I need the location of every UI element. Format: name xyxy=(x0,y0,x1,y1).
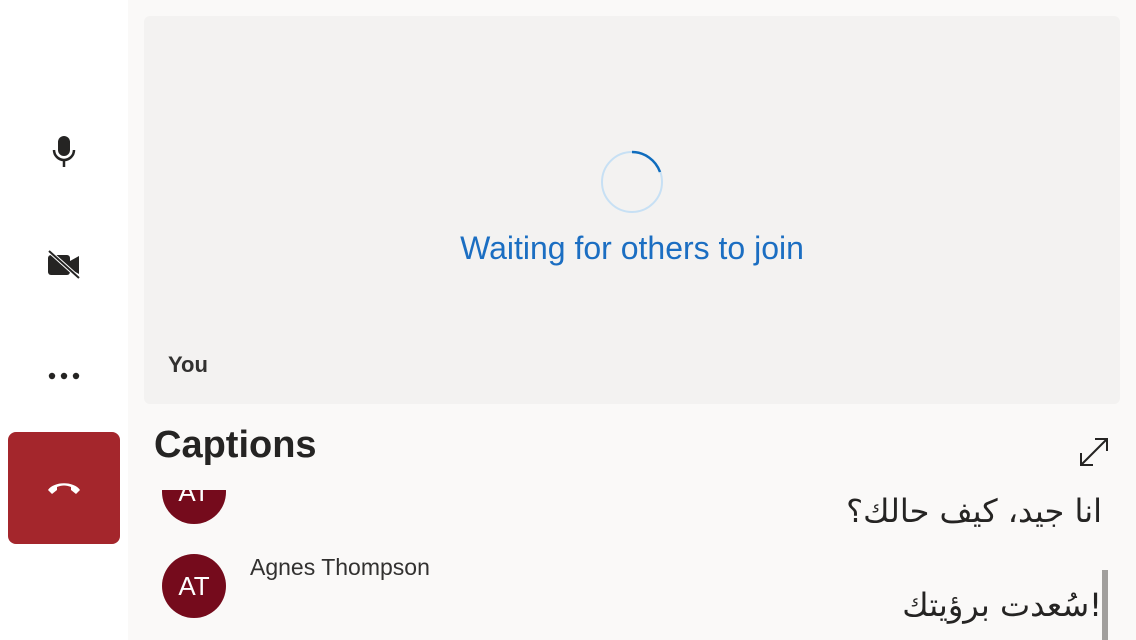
video-tile: Waiting for others to join You xyxy=(144,16,1120,404)
expand-icon xyxy=(1080,438,1108,466)
caption-speaker-name: Agnes Thompson xyxy=(250,554,430,580)
call-screen: Waiting for others to join You Captions … xyxy=(0,0,1136,640)
camera-button[interactable] xyxy=(8,208,120,320)
avatar: AT xyxy=(162,554,226,618)
waiting-status: Waiting for others to join xyxy=(460,230,804,266)
call-controls-rail xyxy=(0,0,128,640)
camera-off-icon xyxy=(47,249,81,280)
caption-text: !سُعدت برؤيتك xyxy=(902,586,1102,624)
captions-list[interactable]: AT انا جيد، كيف حالك؟ AT Agnes Thompson … xyxy=(128,490,1136,640)
more-icon xyxy=(48,372,80,380)
loading-spinner-icon xyxy=(601,150,663,213)
microphone-button[interactable] xyxy=(8,96,120,208)
hang-up-button[interactable] xyxy=(8,432,120,544)
caption-text: انا جيد، كيف حالك؟ xyxy=(846,492,1102,530)
microphone-icon xyxy=(52,136,76,167)
captions-title: Captions xyxy=(154,424,317,466)
more-options-button[interactable] xyxy=(8,320,120,432)
captions-scrollbar[interactable] xyxy=(1102,570,1108,640)
avatar: AT xyxy=(162,490,226,524)
expand-captions-button[interactable] xyxy=(1074,432,1114,472)
self-label: You xyxy=(168,352,208,377)
main-area: Waiting for others to join You Captions … xyxy=(128,0,1136,640)
hang-up-icon xyxy=(48,483,80,494)
